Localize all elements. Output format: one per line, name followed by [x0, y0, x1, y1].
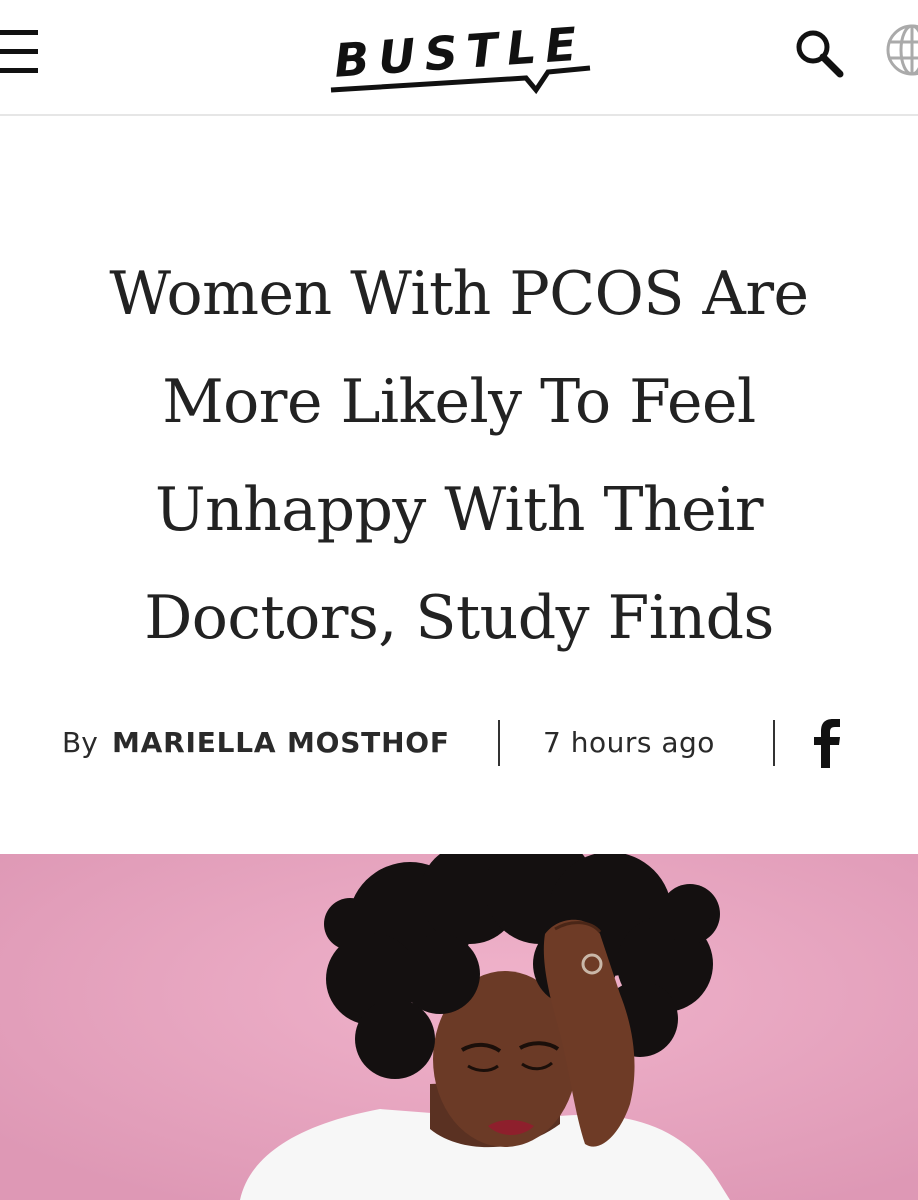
headline-line: Doctors, Study Finds — [144, 583, 774, 653]
byline-divider — [773, 720, 775, 766]
headline-line: Unhappy With Their — [154, 475, 764, 545]
author-link[interactable]: MARIELLA MOSTHOF — [112, 726, 450, 759]
bustle-logo[interactable]: BUSTLE — [326, 6, 596, 98]
headline-line: Women With PCOS Are — [109, 259, 809, 329]
globe-icon[interactable] — [884, 22, 918, 78]
facebook-icon[interactable] — [812, 718, 842, 768]
publish-time: 7 hours ago — [543, 726, 715, 759]
hamburger-menu-icon[interactable] — [0, 28, 40, 76]
hero-image — [0, 854, 918, 1200]
headline-line: More Likely To Feel — [162, 367, 756, 437]
logo-text: BUSTLE — [332, 16, 587, 87]
search-icon[interactable] — [792, 26, 846, 80]
byline-prefix: By — [62, 726, 98, 759]
hero-photo-illustration — [0, 854, 918, 1200]
article-byline: By MARIELLA MOSTHOF 7 hours ago — [0, 716, 918, 770]
article-headline: Women With PCOS Are More Likely To Feel … — [30, 240, 888, 672]
byline-divider — [498, 720, 500, 766]
site-header: BUSTLE — [0, 0, 918, 116]
